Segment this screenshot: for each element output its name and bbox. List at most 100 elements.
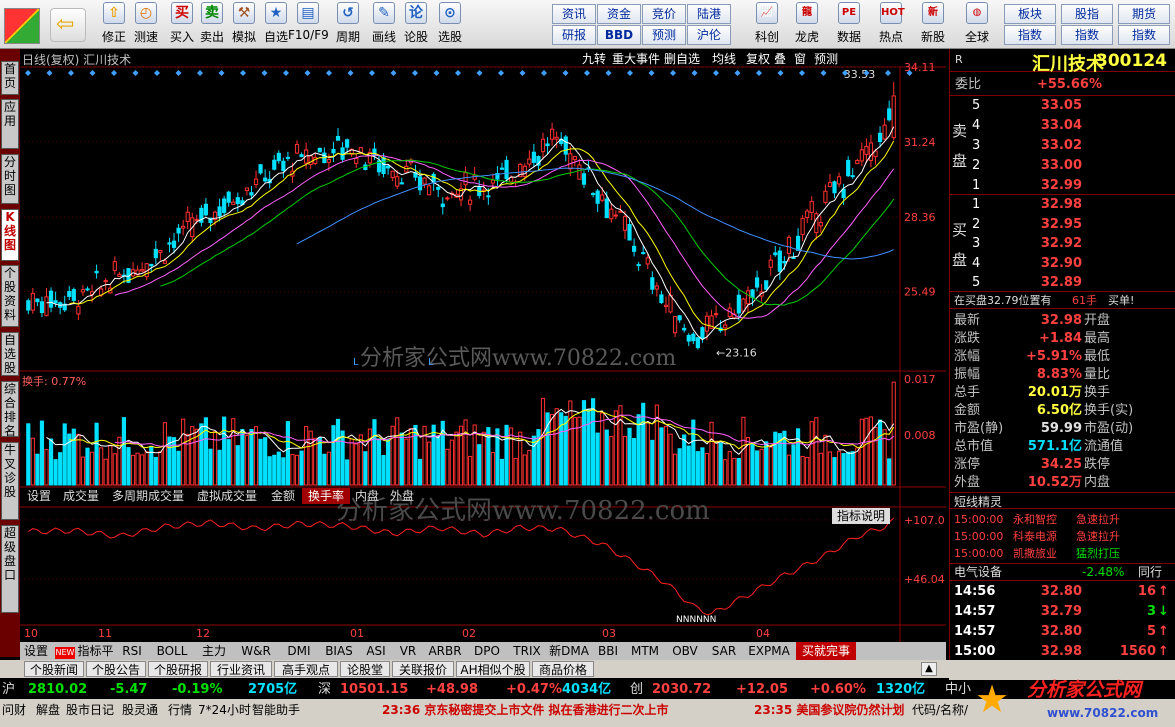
news-tab[interactable]: 行业资讯	[210, 661, 272, 677]
side-tab[interactable]: 个股资料	[1, 265, 19, 327]
toolbar-f10-button[interactable]: ▤ F10/F9	[288, 2, 329, 42]
elf-row[interactable]: 15:00:00 科泰电源 急速拉升	[950, 528, 1175, 545]
expand-icon[interactable]: ▲	[921, 662, 937, 676]
news-tab[interactable]: 个股公告	[86, 661, 146, 677]
side-tab[interactable]: 首页	[1, 61, 19, 95]
news-tab[interactable]: 个股新闻	[24, 661, 84, 677]
back-button[interactable]: ⇦	[50, 8, 86, 42]
indicator-tab[interactable]: BBI	[592, 642, 624, 660]
indicator-tab[interactable]: 主力	[196, 642, 232, 660]
quick-button[interactable]: 指数	[1118, 25, 1170, 45]
chart-option-button[interactable]: 删自选	[664, 50, 700, 67]
volume-tab[interactable]: 金额	[264, 488, 302, 504]
indicator-tab[interactable]: MTM	[626, 642, 664, 660]
toolbar-hot-button[interactable]: HOT 热点	[872, 2, 910, 45]
bottom-menu-item[interactable]: 股灵通	[122, 700, 158, 720]
side-tab[interactable]: 超级盘口	[1, 525, 19, 613]
chart-option-button[interactable]: 九转	[582, 50, 606, 67]
bottom-menu-item[interactable]: 7*24小时	[198, 700, 251, 720]
volume-tab[interactable]: 成交量	[56, 488, 106, 504]
status-tail[interactable]: 中小	[945, 680, 971, 699]
indicator-tab[interactable]: NEW指标平台	[54, 642, 114, 676]
side-tab[interactable]: 分时图	[1, 154, 19, 204]
volume-tab[interactable]: 换手率	[302, 488, 350, 504]
bottom-menu-item[interactable]: 解盘	[36, 700, 60, 720]
toolbar-pe-button[interactable]: PE 数据	[830, 2, 868, 45]
indicator-tab[interactable]: W&R	[234, 642, 278, 660]
bottom-menu-item[interactable]: 智能助手	[252, 700, 300, 720]
chart-option-button[interactable]: 叠	[774, 50, 786, 67]
quick-button[interactable]: 研报	[552, 25, 596, 45]
news-tab[interactable]: 商品价格	[532, 661, 594, 677]
quick-button[interactable]: 沪伦	[687, 25, 731, 45]
elf-row[interactable]: 15:00:00 凯撒旅业 猛烈打压	[950, 545, 1175, 562]
news-tab[interactable]: AH相似个股	[456, 661, 530, 677]
side-tab[interactable]: 自选股	[1, 332, 19, 376]
indicator-tab[interactable]: TRIX	[508, 642, 546, 660]
toolbar-dragon-button[interactable]: 龍龙虎	[788, 2, 826, 45]
chart-option-button[interactable]: 复权	[746, 50, 770, 67]
quick-button[interactable]: 竞价	[642, 4, 686, 24]
indicator-tab[interactable]: ASI	[360, 642, 392, 660]
volume-tab[interactable]: 虚拟成交量	[190, 488, 264, 504]
quick-button[interactable]: 陆港	[687, 4, 731, 24]
side-tab[interactable]: K线图	[1, 209, 19, 261]
quick-button[interactable]: 资讯	[552, 4, 596, 24]
indicator-help-button[interactable]: 指标说明	[832, 508, 890, 524]
volume-tab[interactable]: 设置	[22, 488, 56, 504]
chart-option-button[interactable]: 重大事件	[612, 50, 660, 67]
quick-button[interactable]: 指数	[1004, 25, 1056, 45]
bottom-menu-item[interactable]: 股市日记	[66, 700, 114, 720]
kline-chart[interactable]: 34.11 31.24 28.36 25.49 33.53 ←23.16 10 11 12 01 0…	[20, 49, 946, 642]
code-search-input[interactable]: 代码/名称/	[912, 700, 968, 720]
bottom-menu-item[interactable]: 问财	[2, 700, 26, 720]
quick-button[interactable]: 指数	[1061, 25, 1113, 45]
news-ticker-2[interactable]: 23:35 美国参议院仍然计划	[754, 700, 904, 720]
side-tab[interactable]: 牛叉诊股	[1, 442, 19, 520]
quick-button[interactable]: 期货	[1118, 4, 1170, 24]
news-tab[interactable]: 高手观点	[274, 661, 338, 677]
indicator-tab[interactable]: RSI	[116, 642, 148, 660]
chart-option-button[interactable]: 预测	[814, 50, 838, 67]
quick-button[interactable]: 股指	[1061, 4, 1113, 24]
index-name[interactable]: 创	[630, 680, 643, 699]
app-logo-icon[interactable]	[4, 8, 40, 44]
quick-button[interactable]: BBD	[597, 25, 641, 45]
chart-option-button[interactable]: 均线	[712, 50, 736, 67]
volume-tab[interactable]: 内盘	[350, 488, 384, 504]
indicator-tab[interactable]: VR	[394, 642, 422, 660]
volume-tab[interactable]: 多周期成交量	[106, 488, 190, 504]
indicator-tab[interactable]: 设置	[20, 642, 52, 660]
toolbar-ipo-button[interactable]: 新新股	[914, 2, 952, 45]
indicator-tab[interactable]: DMI	[280, 642, 318, 660]
bottom-menu-item[interactable]: 行情	[168, 700, 192, 720]
quick-button[interactable]: 板块	[1004, 4, 1056, 24]
side-tab[interactable]: 应用	[1, 99, 19, 149]
indicator-tab[interactable]: OBV	[666, 642, 704, 660]
quick-button[interactable]: 预测	[642, 25, 686, 45]
indicator-tab[interactable]: 新DMA	[548, 642, 590, 660]
index-name[interactable]: 深	[318, 680, 331, 699]
indicator-tab[interactable]: ARBR	[424, 642, 466, 660]
news-tab[interactable]: 论股堂	[340, 661, 390, 677]
toolbar-chart-button[interactable]: 📈 科创	[748, 2, 786, 45]
chart-option-button[interactable]: 窗	[794, 50, 806, 67]
toolbar-globe-button[interactable]: ◍ 全球	[958, 2, 996, 45]
quick-button[interactable]: 资金	[597, 4, 641, 24]
index-name[interactable]: 沪	[2, 680, 15, 699]
indicator-tab[interactable]: EXPMA	[744, 642, 794, 660]
indicator-tab[interactable]: BIAS	[320, 642, 358, 660]
news-tab[interactable]: 关联报价	[392, 661, 454, 677]
news-tab[interactable]: 个股研报	[148, 661, 208, 677]
side-tab[interactable]: 综合排名	[1, 381, 19, 438]
indicator-tab[interactable]: 买就完事	[796, 642, 856, 660]
toolbar-select-button[interactable]: ⊙ 选股	[430, 2, 470, 45]
volume-tab[interactable]: 外盘	[384, 488, 420, 504]
indicator-tab[interactable]: SAR	[706, 642, 742, 660]
news-ticker-1[interactable]: 23:36 京东秘密提交上市文件 拟在香港进行二次上市	[382, 700, 669, 720]
indicator-tab[interactable]: BOLL	[150, 642, 194, 660]
toolbar-clock-button[interactable]: ◴ 测速	[126, 2, 166, 45]
elf-row[interactable]: 15:00:00 永和智控 急速拉升	[950, 511, 1175, 528]
toolbar-cycle-button[interactable]: ↺ 周期	[328, 2, 368, 45]
indicator-tab[interactable]: DPO	[468, 642, 506, 660]
